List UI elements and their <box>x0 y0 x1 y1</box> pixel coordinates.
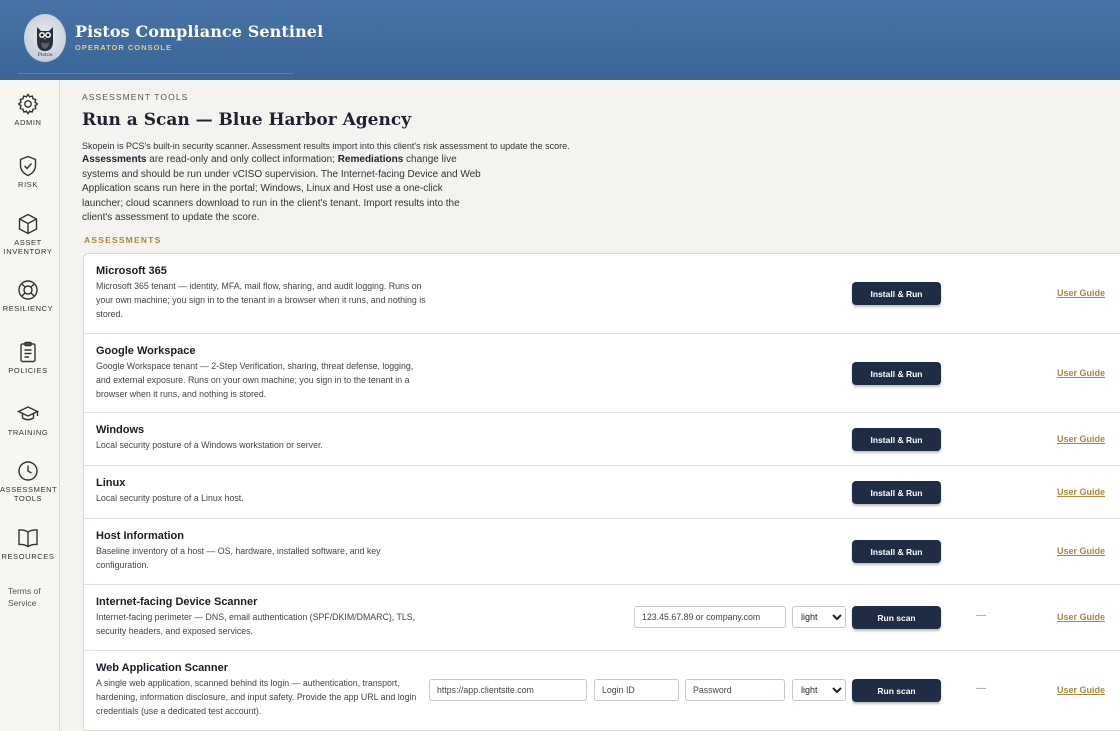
target-host-input[interactable] <box>634 606 786 628</box>
page-title: Run a Scan — Blue Harbor Agency <box>82 110 412 130</box>
sidebar-nav: ADMIN RISK ASSET INVENTORY RESILIENCY PO… <box>0 80 60 731</box>
sidebar-item-label: ASSET INVENTORY <box>3 238 53 256</box>
row-title: Internet-facing Device Scanner <box>96 596 258 608</box>
row-description: Internet-facing perimeter — DNS, email a… <box>96 612 416 636</box>
sidebar-item-label: TRAINING <box>7 428 49 437</box>
sidebar-item-risk[interactable]: RISK <box>0 154 56 190</box>
sidebar-item-label: POLICIES <box>8 366 48 375</box>
list-item: Web Application Scanner A single web app… <box>84 651 1120 731</box>
login-id-input[interactable] <box>594 679 679 701</box>
row-description: Microsoft 365 tenant — identity, MFA, ma… <box>96 281 426 319</box>
section-label-assessments: ASSESSMENTS <box>84 235 162 245</box>
row-description: Baseline inventory of a host — OS, hardw… <box>96 546 381 570</box>
run-scan-button[interactable]: Run scan <box>852 606 941 629</box>
user-guide-link[interactable]: User Guide <box>1057 685 1105 695</box>
row-description: Google Workspace tenant — 2-Step Verific… <box>96 361 414 399</box>
sidebar-item-label: ASSESSMENT TOOLS <box>0 485 58 503</box>
sidebar-item-asset-inventory[interactable]: ASSET INVENTORY <box>0 212 56 256</box>
run-scan-button[interactable]: Run scan <box>852 679 941 702</box>
scan-status: — <box>976 683 986 694</box>
install-run-button[interactable]: Install & Run <box>852 428 941 451</box>
list-item: Google Workspace Google Workspace tenant… <box>84 334 1120 413</box>
user-guide-link[interactable]: User Guide <box>1057 546 1105 556</box>
terms-of-service-link[interactable]: Terms of Service <box>8 585 48 609</box>
app-header: Pistos Pistos Compliance Sentinel OPERAT… <box>0 0 1120 80</box>
shield-check-icon <box>19 155 37 177</box>
install-run-button[interactable]: Install & Run <box>852 481 941 504</box>
lifebuoy-icon <box>18 280 38 300</box>
install-run-button[interactable]: Install & Run <box>852 282 941 305</box>
app-title: Pistos Compliance Sentinel <box>75 22 324 41</box>
sidebar-item-admin[interactable]: ADMIN <box>0 92 56 128</box>
sidebar-item-resources[interactable]: RESOURCES <box>0 526 56 562</box>
install-run-button[interactable]: Install & Run <box>852 362 941 385</box>
header-divider <box>18 73 293 74</box>
sidebar-item-label: RESILIENCY <box>2 304 54 313</box>
list-item: Windows Local security posture of a Wind… <box>84 413 1120 466</box>
scan-profile-select[interactable]: light <box>792 606 846 628</box>
scan-profile-select[interactable]: light <box>792 679 846 701</box>
user-guide-link[interactable]: User Guide <box>1057 288 1105 298</box>
assessments-term: Assessments <box>82 154 147 165</box>
list-item: Linux Local security posture of a Linux … <box>84 466 1120 519</box>
user-guide-link[interactable]: User Guide <box>1057 368 1105 378</box>
user-guide-link[interactable]: User Guide <box>1057 487 1105 497</box>
list-item: Host Information Baseline inventory of a… <box>84 519 1120 585</box>
sidebar-item-training[interactable]: TRAINING <box>0 402 56 438</box>
sidebar-item-resiliency[interactable]: RESILIENCY <box>0 278 56 314</box>
remediations-term: Remediations <box>337 154 404 165</box>
sidebar-item-label: RESOURCES <box>1 552 55 561</box>
app-url-input[interactable] <box>429 679 587 701</box>
sidebar-item-label: ADMIN <box>14 118 42 127</box>
breadcrumb: ASSESSMENT TOOLS <box>82 92 189 102</box>
install-run-button[interactable]: Install & Run <box>852 540 941 563</box>
row-title: Host Information <box>96 530 184 542</box>
row-title: Windows <box>96 424 145 436</box>
graduation-cap-icon <box>16 406 40 421</box>
book-icon <box>18 529 38 548</box>
list-item: Internet-facing Device Scanner Internet-… <box>84 585 1120 651</box>
row-description: Local security posture of a Linux host. <box>96 493 244 503</box>
owl-logo-icon: Pistos <box>24 14 66 62</box>
logo-wordmark: Pistos <box>37 52 53 58</box>
clipboard-icon <box>20 341 36 363</box>
row-title: Web Application Scanner <box>96 662 229 674</box>
intro-description: Assessments are read-only and only colle… <box>82 154 481 223</box>
row-title: Google Workspace <box>96 345 196 357</box>
sidebar-item-policies[interactable]: POLICIES <box>0 340 56 376</box>
user-guide-link[interactable]: User Guide <box>1057 434 1105 444</box>
password-input[interactable] <box>685 679 785 701</box>
sidebar-item-label: RISK <box>18 180 38 189</box>
row-description: Local security posture of a Windows work… <box>96 440 323 450</box>
assessments-list: Microsoft 365 Microsoft 365 tenant — ide… <box>83 253 1120 731</box>
cube-icon <box>18 213 38 235</box>
sidebar-item-assessment-tools[interactable]: ASSESSMENT TOOLS <box>0 459 58 503</box>
scan-status: — <box>976 610 986 621</box>
row-description: A single web application, scanned behind… <box>96 678 417 716</box>
row-title: Linux <box>96 477 126 489</box>
user-guide-link[interactable]: User Guide <box>1057 612 1105 622</box>
list-item: Microsoft 365 Microsoft 365 tenant — ide… <box>84 254 1120 334</box>
clock-icon <box>18 461 38 481</box>
row-title: Microsoft 365 <box>96 265 167 277</box>
intro-text: Skopein is PCS's built-in security scann… <box>82 141 570 151</box>
app-subtitle: OPERATOR CONSOLE <box>75 43 172 52</box>
gear-icon <box>17 93 39 115</box>
